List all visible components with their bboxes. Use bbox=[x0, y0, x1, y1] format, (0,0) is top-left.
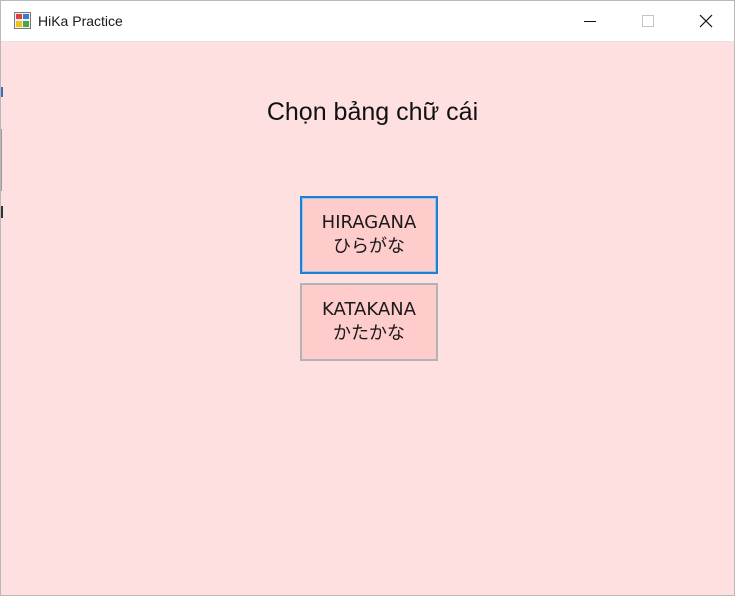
hiragana-label: HIRAGANA bbox=[321, 212, 417, 233]
page-title: Chọn bảng chữ cái bbox=[266, 98, 479, 126]
maximize-icon bbox=[642, 15, 654, 27]
minimize-icon bbox=[584, 15, 596, 27]
katakana-label: KATAKANA bbox=[322, 299, 416, 320]
window-title: HiKa Practice bbox=[38, 13, 123, 29]
app-icon bbox=[14, 12, 31, 29]
app-window: HiKa Practice Chọn bảng chữ cái HIRAGANA bbox=[0, 0, 735, 596]
hiragana-button[interactable]: HIRAGANA ひらがな bbox=[300, 196, 438, 274]
title-bar[interactable]: HiKa Practice bbox=[1, 1, 734, 42]
maximize-button[interactable] bbox=[619, 1, 677, 41]
hiragana-sublabel: ひらがな bbox=[333, 236, 405, 257]
close-button[interactable] bbox=[677, 1, 735, 41]
form-client-area: Chọn bảng chữ cái HIRAGANA ひらがな KATAKANA… bbox=[1, 42, 734, 595]
minimize-button[interactable] bbox=[561, 1, 619, 41]
katakana-button[interactable]: KATAKANA かたかな bbox=[300, 283, 438, 361]
katakana-sublabel: かたかな bbox=[333, 323, 405, 344]
close-icon bbox=[699, 14, 713, 28]
